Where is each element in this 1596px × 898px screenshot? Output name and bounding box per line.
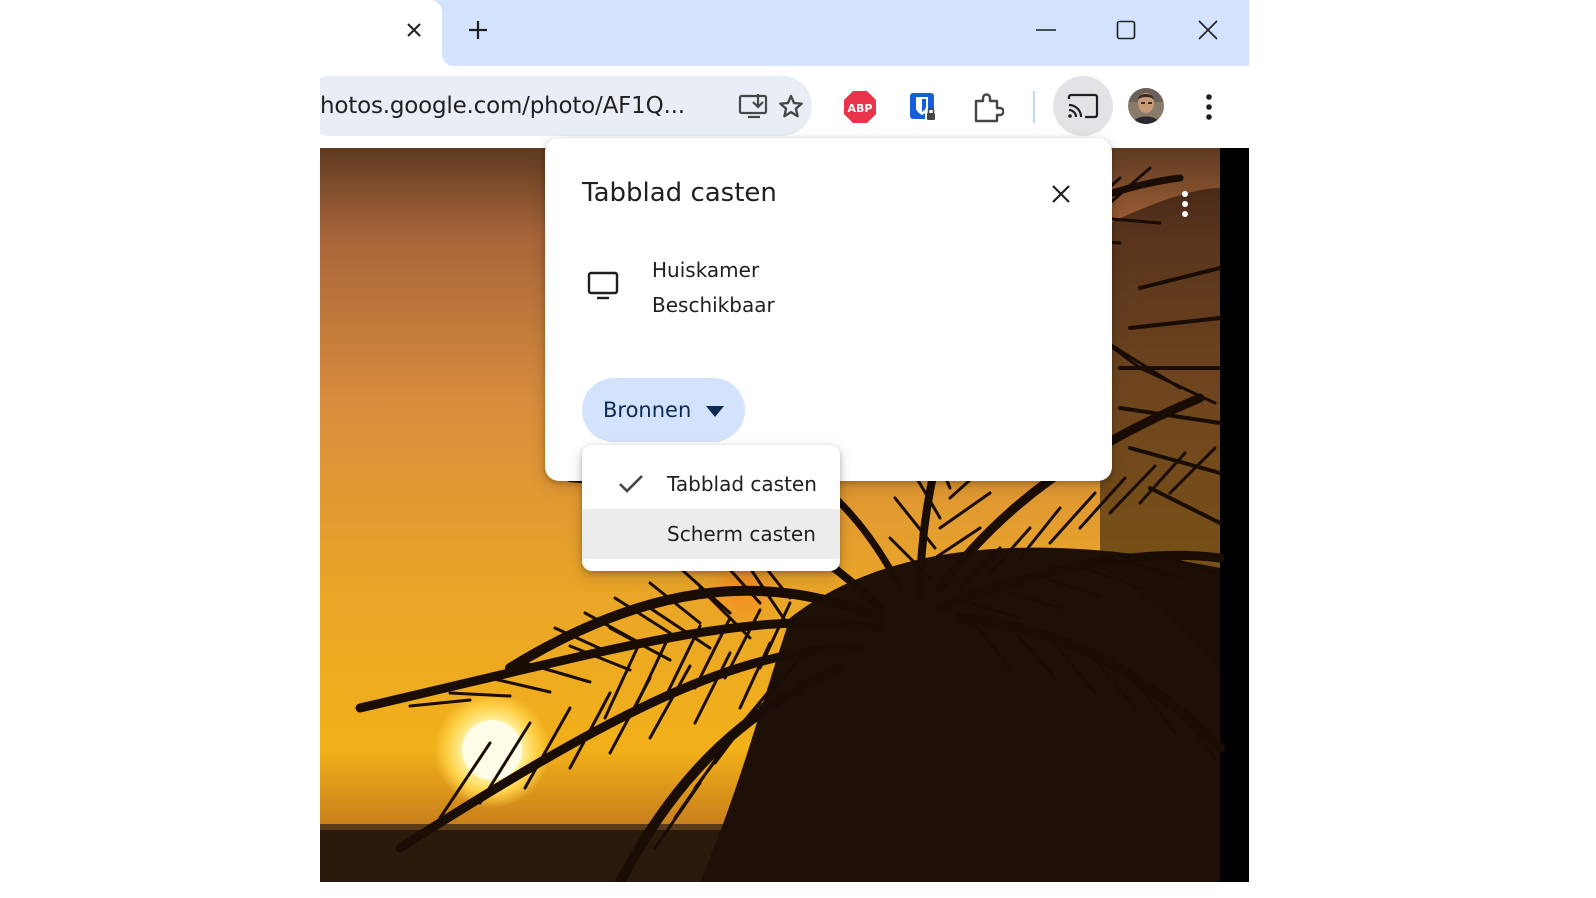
address-bar[interactable]: hotos.google.com/photo/AF1Q... bbox=[320, 76, 812, 136]
toolbar: hotos.google.com/photo/AF1Q... ABP bbox=[320, 66, 1249, 148]
tv-icon bbox=[583, 266, 623, 306]
cast-dialog: Tabblad casten Huiskamer Beschikbaar Bro… bbox=[545, 138, 1112, 481]
checkmark-icon bbox=[619, 475, 643, 493]
install-app-icon[interactable] bbox=[737, 90, 771, 124]
menu-item-label: Tabblad casten bbox=[667, 472, 817, 496]
cast-dialog-title: Tabblad casten bbox=[582, 178, 777, 208]
active-tab[interactable] bbox=[320, 0, 442, 66]
sources-button[interactable]: Bronnen bbox=[582, 378, 745, 442]
menu-item-scherm-casten[interactable]: Scherm casten bbox=[582, 509, 840, 559]
tab-strip bbox=[320, 0, 1249, 66]
cast-icon-button[interactable] bbox=[1053, 76, 1113, 136]
cast-icon bbox=[1067, 93, 1099, 119]
minimize-icon[interactable] bbox=[1026, 10, 1066, 50]
device-status: Beschikbaar bbox=[652, 293, 775, 317]
svg-text:ABP: ABP bbox=[848, 102, 873, 115]
menu-item-tabblad-casten[interactable]: Tabblad casten bbox=[582, 459, 840, 509]
window-close-icon[interactable] bbox=[1188, 10, 1228, 50]
sources-menu: Tabblad casten Scherm casten bbox=[582, 445, 840, 571]
menu-item-label: Scherm casten bbox=[667, 522, 816, 546]
more-vert-icon[interactable] bbox=[1186, 84, 1232, 130]
sources-button-label: Bronnen bbox=[603, 398, 692, 422]
device-name: Huiskamer bbox=[652, 258, 760, 282]
new-tab-plus-icon[interactable] bbox=[462, 14, 494, 46]
toolbar-separator bbox=[1033, 91, 1035, 123]
address-bar-url[interactable]: hotos.google.com/photo/AF1Q... bbox=[320, 76, 685, 136]
bitwarden-icon[interactable] bbox=[900, 84, 946, 130]
extensions-puzzle-icon[interactable] bbox=[965, 84, 1011, 130]
photo-more-icon[interactable] bbox=[1172, 184, 1198, 224]
bookmark-star-icon[interactable] bbox=[774, 90, 808, 124]
adblock-plus-icon[interactable]: ABP bbox=[837, 84, 883, 130]
tab-close-icon[interactable] bbox=[400, 16, 428, 44]
profile-avatar[interactable] bbox=[1128, 88, 1164, 124]
screenshot-stage: hotos.google.com/photo/AF1Q... ABP Tabbl… bbox=[0, 0, 1596, 898]
cast-device-huiskamer[interactable]: Huiskamer Beschikbaar bbox=[575, 248, 1075, 328]
caret-down-icon bbox=[706, 406, 724, 417]
dialog-close-icon[interactable] bbox=[1043, 176, 1079, 212]
maximize-icon[interactable] bbox=[1106, 10, 1146, 50]
browser-window: hotos.google.com/photo/AF1Q... ABP Tabbl… bbox=[320, 0, 1249, 882]
tab-curve bbox=[442, 54, 454, 66]
